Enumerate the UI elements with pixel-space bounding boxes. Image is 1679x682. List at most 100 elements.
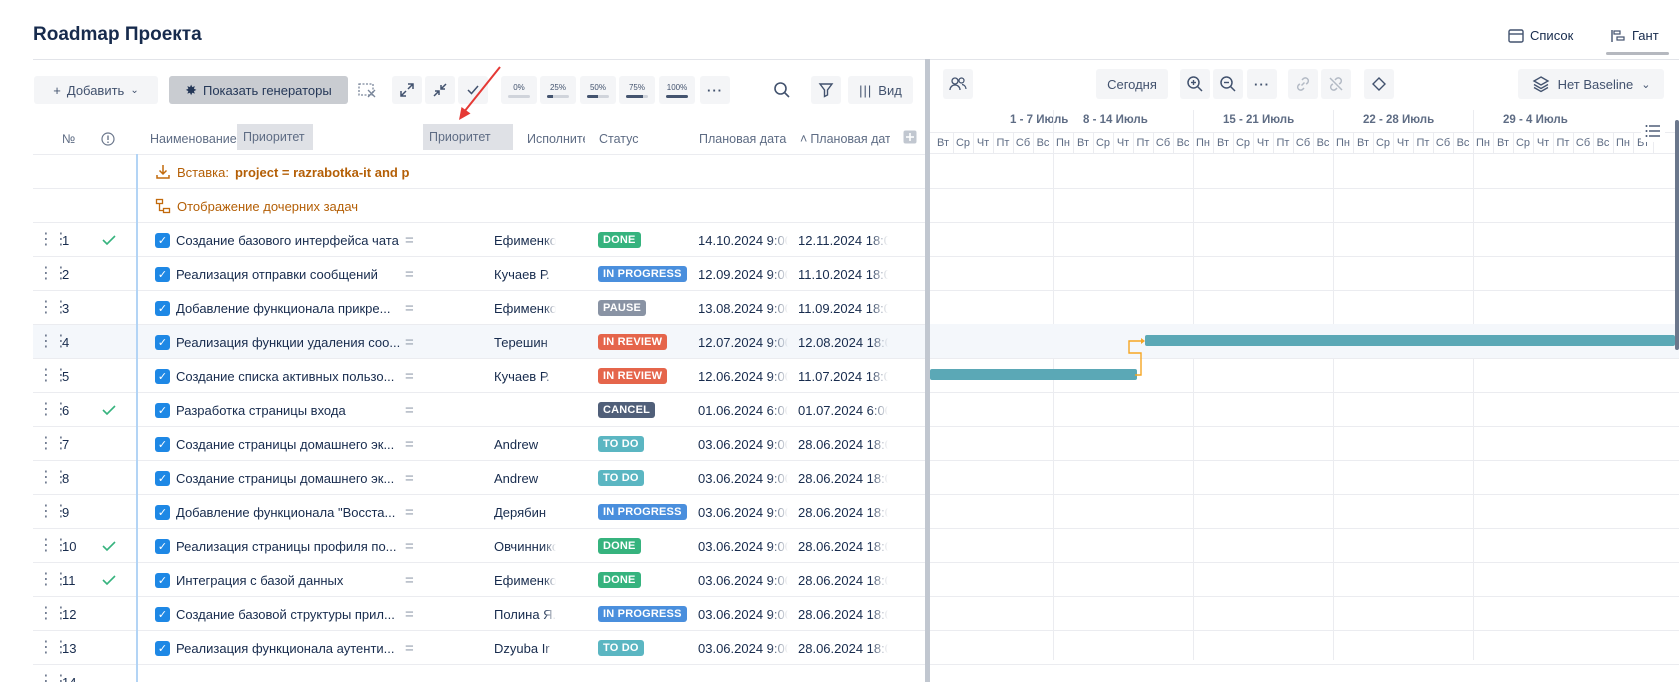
assignee-cell[interactable]: Кучаев Р. [494, 257, 556, 291]
planned-start-cell[interactable]: 03.06.2024 9:00 [698, 597, 788, 631]
more-options-icon[interactable]: ··· [700, 76, 730, 104]
assignee-cell[interactable]: Andrew [494, 427, 556, 461]
planned-end-cell[interactable]: 01.07.2024 6:00 [798, 393, 888, 427]
task-name-cell[interactable]: ✓ Добавление функционала "Восста... [155, 495, 421, 529]
assignee-cell[interactable]: Овчинников [494, 529, 556, 563]
status-badge-cell[interactable]: DONE [598, 529, 641, 563]
column-header-planned-start[interactable]: Плановая дата [699, 132, 789, 146]
planned-end-cell[interactable]: 12.11.2024 18:00 [798, 223, 888, 257]
planned-start-cell[interactable]: 12.06.2024 9:00 [698, 359, 788, 393]
column-header-priority[interactable]: Приоритет [423, 124, 513, 150]
dependency-link[interactable] [1125, 332, 1151, 378]
show-generators-button[interactable]: ✸ Показать генераторы [169, 76, 348, 104]
view-gantt-button[interactable]: Гант [1606, 28, 1669, 55]
assignee-cell[interactable]: Полина Я. [494, 597, 556, 631]
assignee-cell[interactable]: Andrew [494, 461, 556, 495]
assignee-cell[interactable]: Ефименко [494, 223, 556, 257]
progress-filter-100[interactable]: 100% [659, 76, 695, 104]
table-row[interactable]: ⋮⋮ 1 ✓ Создание базового интерфейса чата = Еф… [33, 223, 925, 257]
assignee-cell[interactable]: Дерябин [494, 495, 556, 529]
table-row[interactable]: ⋮⋮ 10 ✓ Реализация страницы профиля по... = О… [33, 529, 925, 563]
planned-start-cell[interactable]: 14.10.2024 9:00 [698, 223, 788, 257]
status-badge-cell[interactable]: TO DO [598, 427, 644, 461]
table-row[interactable]: ⋮⋮ 8 ✓ Создание страницы домашнего эк... = An… [33, 461, 925, 495]
unlink-icon[interactable] [1321, 69, 1351, 99]
baseline-select[interactable]: Нет Baseline ⌄ [1518, 69, 1664, 99]
planned-end-cell[interactable]: 11.10.2024 18:00 [798, 257, 888, 291]
task-name-cell[interactable]: ✓ Реализация страницы профиля по... [155, 529, 421, 563]
task-name-cell[interactable]: ✓ Реализация функции удаления соо... [155, 325, 421, 359]
planned-start-cell[interactable]: 03.06.2024 9:00 [698, 461, 788, 495]
planned-end-cell[interactable]: 11.07.2024 18:00 [798, 359, 888, 393]
status-badge-cell[interactable]: PAUSE [598, 291, 647, 325]
milestone-icon[interactable] [1364, 69, 1394, 99]
gantt-bar-task-5[interactable] [930, 369, 1137, 380]
planned-end-cell[interactable]: 28.06.2024 18:00 [798, 495, 888, 529]
planned-start-cell[interactable]: 03.06.2024 9:00 [698, 529, 788, 563]
assignee-cell[interactable]: Терешин [494, 325, 556, 359]
task-name-cell[interactable]: ✓ Интеграция с базой данных [155, 563, 421, 597]
status-badge-cell[interactable]: TO DO [598, 461, 644, 495]
planned-start-cell[interactable] [698, 665, 788, 682]
view-columns-button[interactable]: ||| Вид [848, 76, 913, 104]
progress-filter-50[interactable]: 50% [580, 76, 616, 104]
planned-end-cell[interactable]: 28.06.2024 18:00 [798, 461, 888, 495]
progress-filter-25[interactable]: 25% [540, 76, 576, 104]
task-name-cell[interactable]: ✓ Создание списка активных пользо... [155, 359, 421, 393]
table-row[interactable]: ⋮⋮ 13 ✓ Реализация функционала аутенти... = D… [33, 631, 925, 665]
table-row[interactable]: ⋮⋮ 11 ✓ Интеграция с базой данных = Ефименко D… [33, 563, 925, 597]
task-name-cell[interactable]: ✓ Добавление функционала прикре... [155, 291, 421, 325]
status-badge-cell[interactable]: IN REVIEW [598, 359, 668, 393]
table-row[interactable]: ⋮⋮ 12 ✓ Создание базовой структуры прил... =… [33, 597, 925, 631]
assignee-cell[interactable]: Ефименко [494, 563, 556, 597]
task-name-cell[interactable]: ✓ Создание базовой структуры прил... [155, 597, 421, 631]
status-badge-cell[interactable]: IN PROGRESS [598, 257, 687, 291]
hide-generators-icon[interactable] [352, 76, 382, 104]
column-header-name[interactable]: Наименование [150, 132, 237, 146]
table-row[interactable]: ⋮⋮ 9 ✓ Добавление функционала "Восста... = Де… [33, 495, 925, 529]
zoom-out-icon[interactable] [1213, 69, 1243, 99]
gantt-scrollbar[interactable] [1675, 120, 1679, 350]
add-button[interactable]: + Добавить ⌄ [34, 76, 158, 104]
table-row[interactable]: ⋮⋮ 4 ✓ Реализация функции удаления соо... = Т… [33, 325, 925, 359]
add-column-icon[interactable] [903, 130, 917, 147]
filter-icon[interactable] [811, 76, 841, 104]
task-name-cell[interactable]: ✓ Создание страницы домашнего эк... [155, 461, 421, 495]
planned-end-cell[interactable]: 28.06.2024 18:00 [798, 631, 888, 665]
task-name-cell[interactable]: ✓ Реализация функционала аутенти... [155, 631, 421, 665]
planned-start-cell[interactable]: 13.08.2024 9:00 [698, 291, 788, 325]
status-badge-cell[interactable]: IN REVIEW [598, 325, 668, 359]
planned-end-cell[interactable]: 28.06.2024 18:00 [798, 597, 888, 631]
planned-end-cell[interactable]: 28.06.2024 18:00 [798, 427, 888, 461]
table-row[interactable]: ⋮⋮ 5 ✓ Создание списка активных пользо... = К… [33, 359, 925, 393]
task-name-cell[interactable]: ✓ Разработка страницы входа [155, 393, 421, 427]
resources-icon[interactable] [943, 69, 973, 99]
child-tasks-generator-row[interactable]: Отображение дочерних задач [33, 189, 925, 223]
gantt-more-icon[interactable]: ··· [1247, 69, 1277, 99]
planned-start-cell[interactable]: 03.06.2024 9:00 [698, 495, 788, 529]
status-badge-cell[interactable]: IN PROGRESS [598, 597, 687, 631]
planned-end-cell[interactable]: 28.06.2024 18:00 [798, 529, 888, 563]
status-badge-cell[interactable]: TO DO [598, 631, 644, 665]
planned-end-cell[interactable]: 28.06.2024 18:00 [798, 563, 888, 597]
task-name-cell[interactable]: ✓ Реализация отправки сообщений [155, 257, 421, 291]
table-row[interactable]: ⋮⋮ 7 ✓ Создание страницы домашнего эк... = An… [33, 427, 925, 461]
planned-start-cell[interactable]: 01.06.2024 6:00 [698, 393, 788, 427]
status-badge-cell[interactable]: DONE [598, 563, 641, 597]
status-badge-cell[interactable]: CANCEL [598, 393, 656, 427]
search-icon[interactable] [767, 76, 797, 104]
assignee-cell[interactable]: Dzyuba Ir [494, 631, 556, 665]
planned-start-cell[interactable]: 03.06.2024 9:00 [698, 563, 788, 597]
today-button[interactable]: Сегодня [1096, 69, 1168, 99]
task-name-cell[interactable]: ✓ Создание страницы домашнего эк... [155, 427, 421, 461]
task-name-cell[interactable]: ✓ Создание базового интерфейса чата [155, 223, 421, 257]
planned-start-cell[interactable]: 12.09.2024 9:00 [698, 257, 788, 291]
zoom-in-icon[interactable] [1180, 69, 1210, 99]
table-row[interactable]: ⋮⋮ 6 ✓ Разработка страницы входа = CANCEL 01.0… [33, 393, 925, 427]
assignee-cell[interactable]: Ефименко [494, 291, 556, 325]
link-icon[interactable] [1288, 69, 1318, 99]
column-header-status[interactable]: Статус [599, 132, 639, 146]
planned-start-cell[interactable]: 03.06.2024 9:00 [698, 427, 788, 461]
progress-filter-75[interactable]: 75% [619, 76, 655, 104]
progress-filter-0[interactable]: 0% [501, 76, 537, 104]
